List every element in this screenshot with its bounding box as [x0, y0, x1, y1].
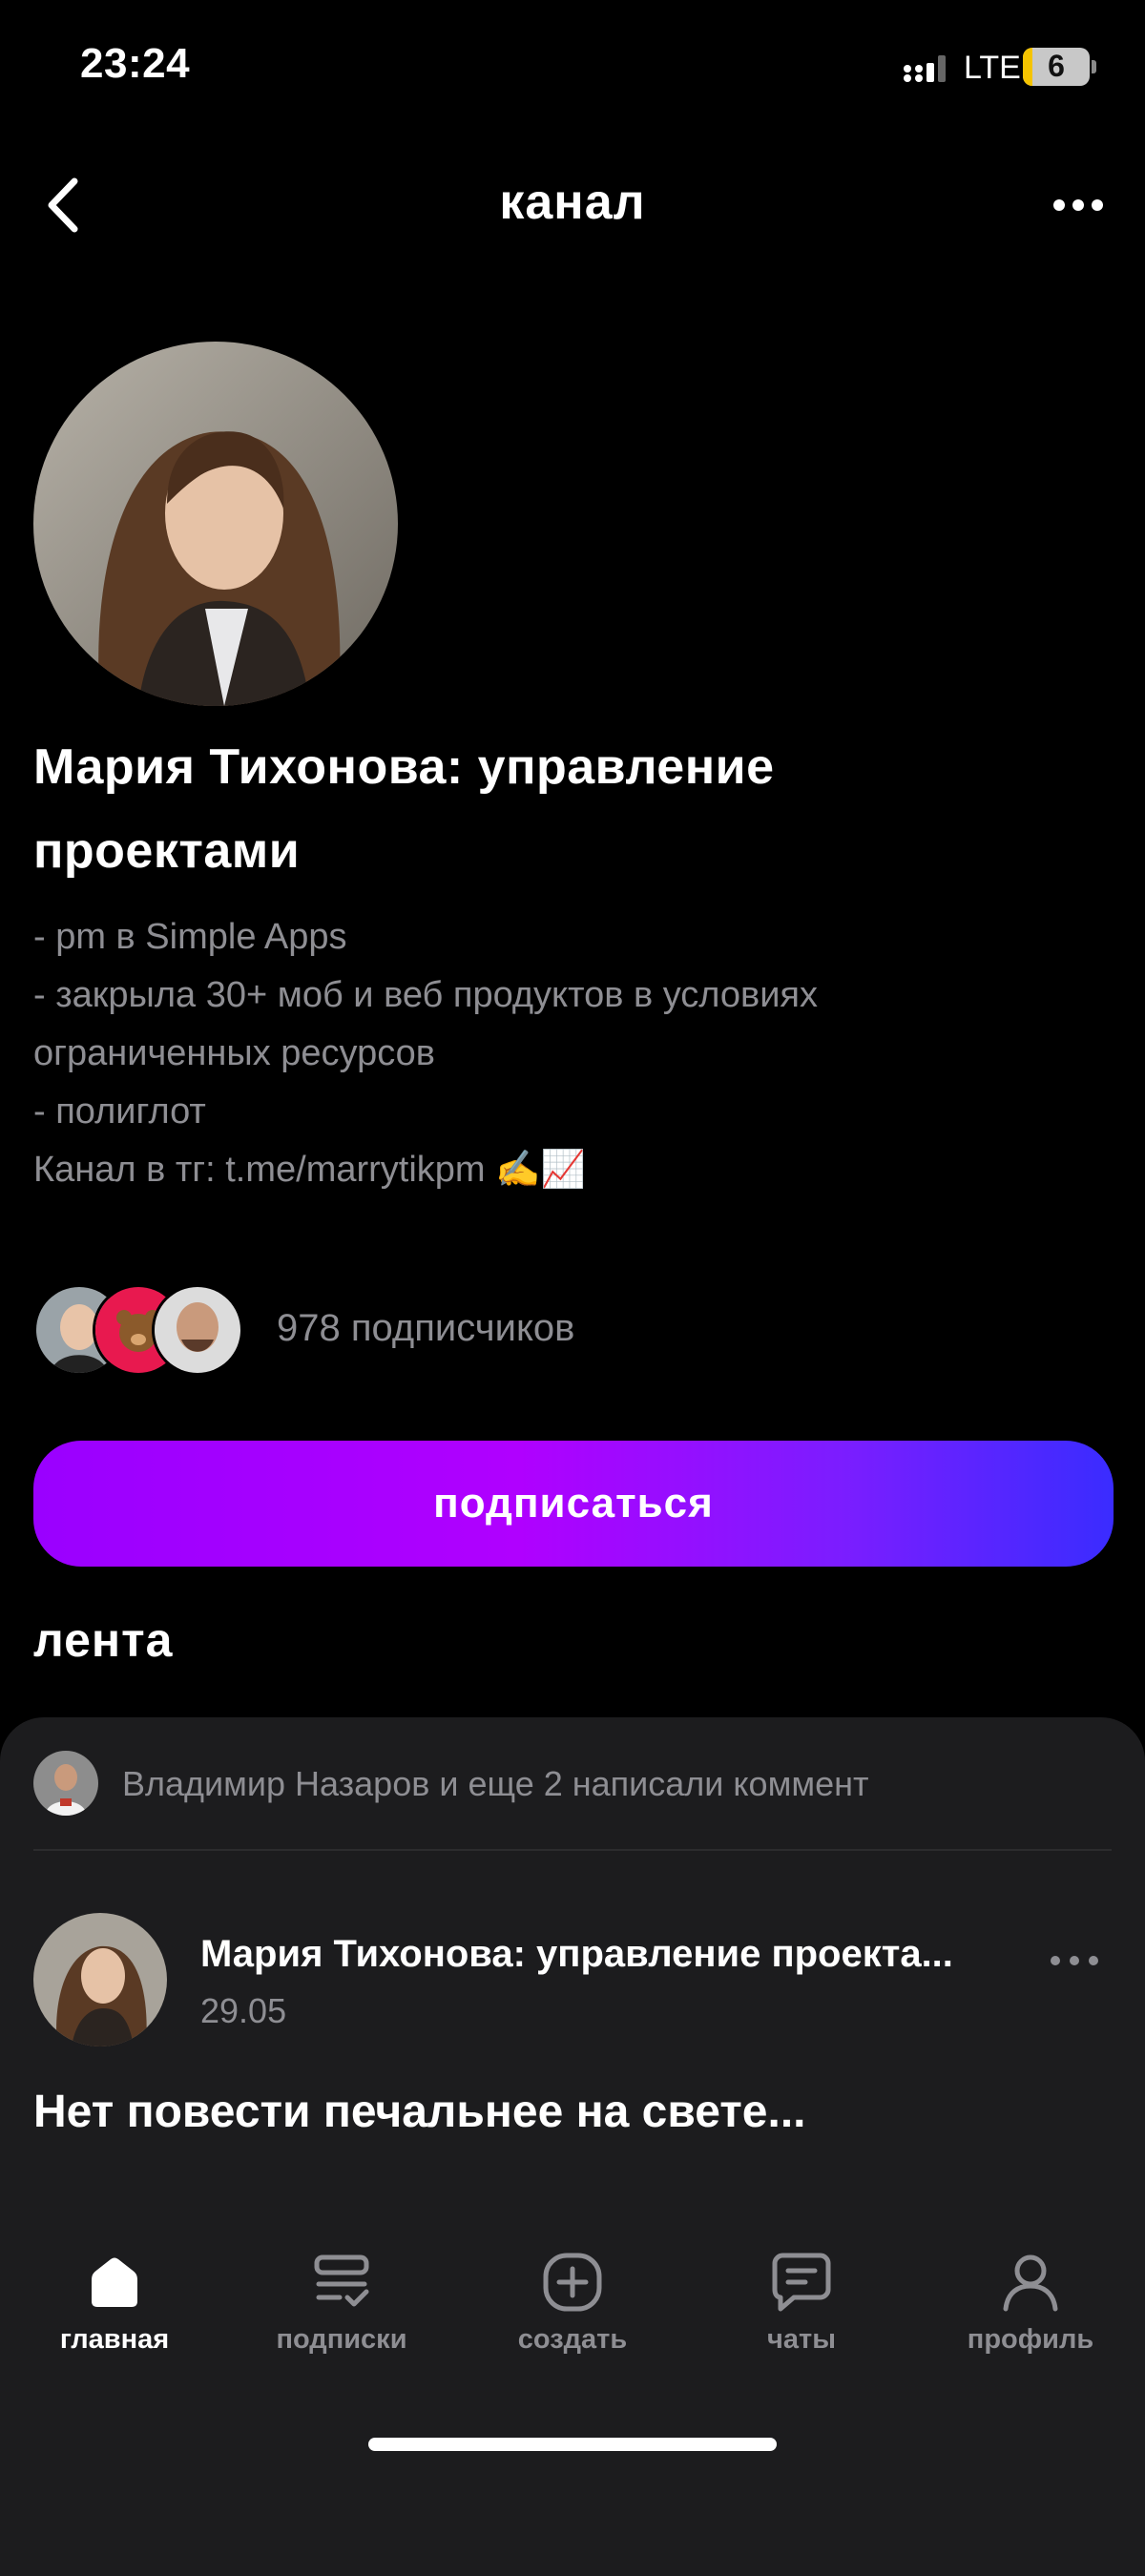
- profile-icon: [1003, 2254, 1058, 2312]
- avatar: [33, 1751, 98, 1816]
- bio-line: - pm в Simple Apps: [33, 917, 347, 957]
- post-title[interactable]: Нет повести печальнее на свете...: [33, 2086, 806, 2138]
- plus-square-icon: [543, 2253, 602, 2312]
- channel-name: Мария Тихонова: управление проектами: [33, 725, 1102, 893]
- network-type: LTE: [964, 50, 1021, 86]
- signal-icon: [904, 55, 946, 82]
- post-author[interactable]: Мария Тихонова: управление проекта...: [200, 1933, 953, 1976]
- battery-icon: 6: [1023, 48, 1090, 86]
- tab-chats[interactable]: чаты: [697, 2252, 906, 2376]
- status-time: 23:24: [80, 40, 191, 87]
- tab-label: чаты: [767, 2324, 836, 2355]
- tab-home[interactable]: главная: [10, 2252, 219, 2376]
- back-button[interactable]: [38, 172, 95, 239]
- channel-name-line: проектами: [33, 823, 301, 879]
- avatar: [152, 1284, 243, 1376]
- ellipsis-horizontal-icon: [1053, 199, 1103, 211]
- channel-name-line: Мария Тихонова: управление: [33, 739, 775, 795]
- tab-create[interactable]: создать: [468, 2252, 677, 2376]
- more-options-button[interactable]: [1050, 186, 1107, 224]
- chat-icon: [772, 2253, 831, 2312]
- divider: [33, 1849, 1112, 1851]
- battery-nub: [1092, 60, 1096, 73]
- bio-link-line[interactable]: Канал в тг: t.me/marrytikpm ✍️📈: [33, 1141, 1102, 1199]
- post-author-avatar[interactable]: [33, 1913, 167, 2046]
- bio-line: ограниченных ресурсов: [33, 1033, 435, 1073]
- bio-line: - закрыла 30+ моб и веб продуктов в усло…: [33, 975, 819, 1015]
- ellipsis-horizontal-icon: [1051, 1956, 1098, 1965]
- tab-profile[interactable]: профиль: [926, 2252, 1135, 2376]
- tab-label: создать: [517, 2324, 628, 2355]
- comment-activity-text[interactable]: Владимир Назаров и еще 2 написали коммен…: [122, 1764, 868, 1804]
- post-date: 29.05: [200, 1991, 287, 2030]
- tab-label: профиль: [967, 2324, 1094, 2355]
- feed-title: лента: [33, 1613, 174, 1667]
- chevron-left-icon: [48, 177, 78, 233]
- subscriptions-icon: [314, 2254, 369, 2307]
- channel-avatar[interactable]: [33, 342, 398, 706]
- channel-bio: - pm в Simple Apps - закрыла 30+ моб и в…: [33, 908, 1102, 1199]
- post-more-button[interactable]: [1046, 1946, 1103, 1975]
- tab-subscriptions[interactable]: подписки: [237, 2252, 447, 2376]
- home-icon: [92, 2257, 137, 2307]
- subscriber-count[interactable]: 978 подписчиков: [277, 1307, 574, 1350]
- page-title: канал: [499, 175, 646, 230]
- bio-line: - полиглот: [33, 1091, 206, 1132]
- home-indicator[interactable]: [368, 2438, 777, 2451]
- tab-label: подписки: [276, 2324, 407, 2355]
- tab-label: главная: [59, 2324, 170, 2355]
- subscriber-avatars[interactable]: [33, 1284, 253, 1376]
- subscribe-button[interactable]: подписаться: [33, 1441, 1114, 1567]
- battery-level: 6: [1048, 49, 1065, 83]
